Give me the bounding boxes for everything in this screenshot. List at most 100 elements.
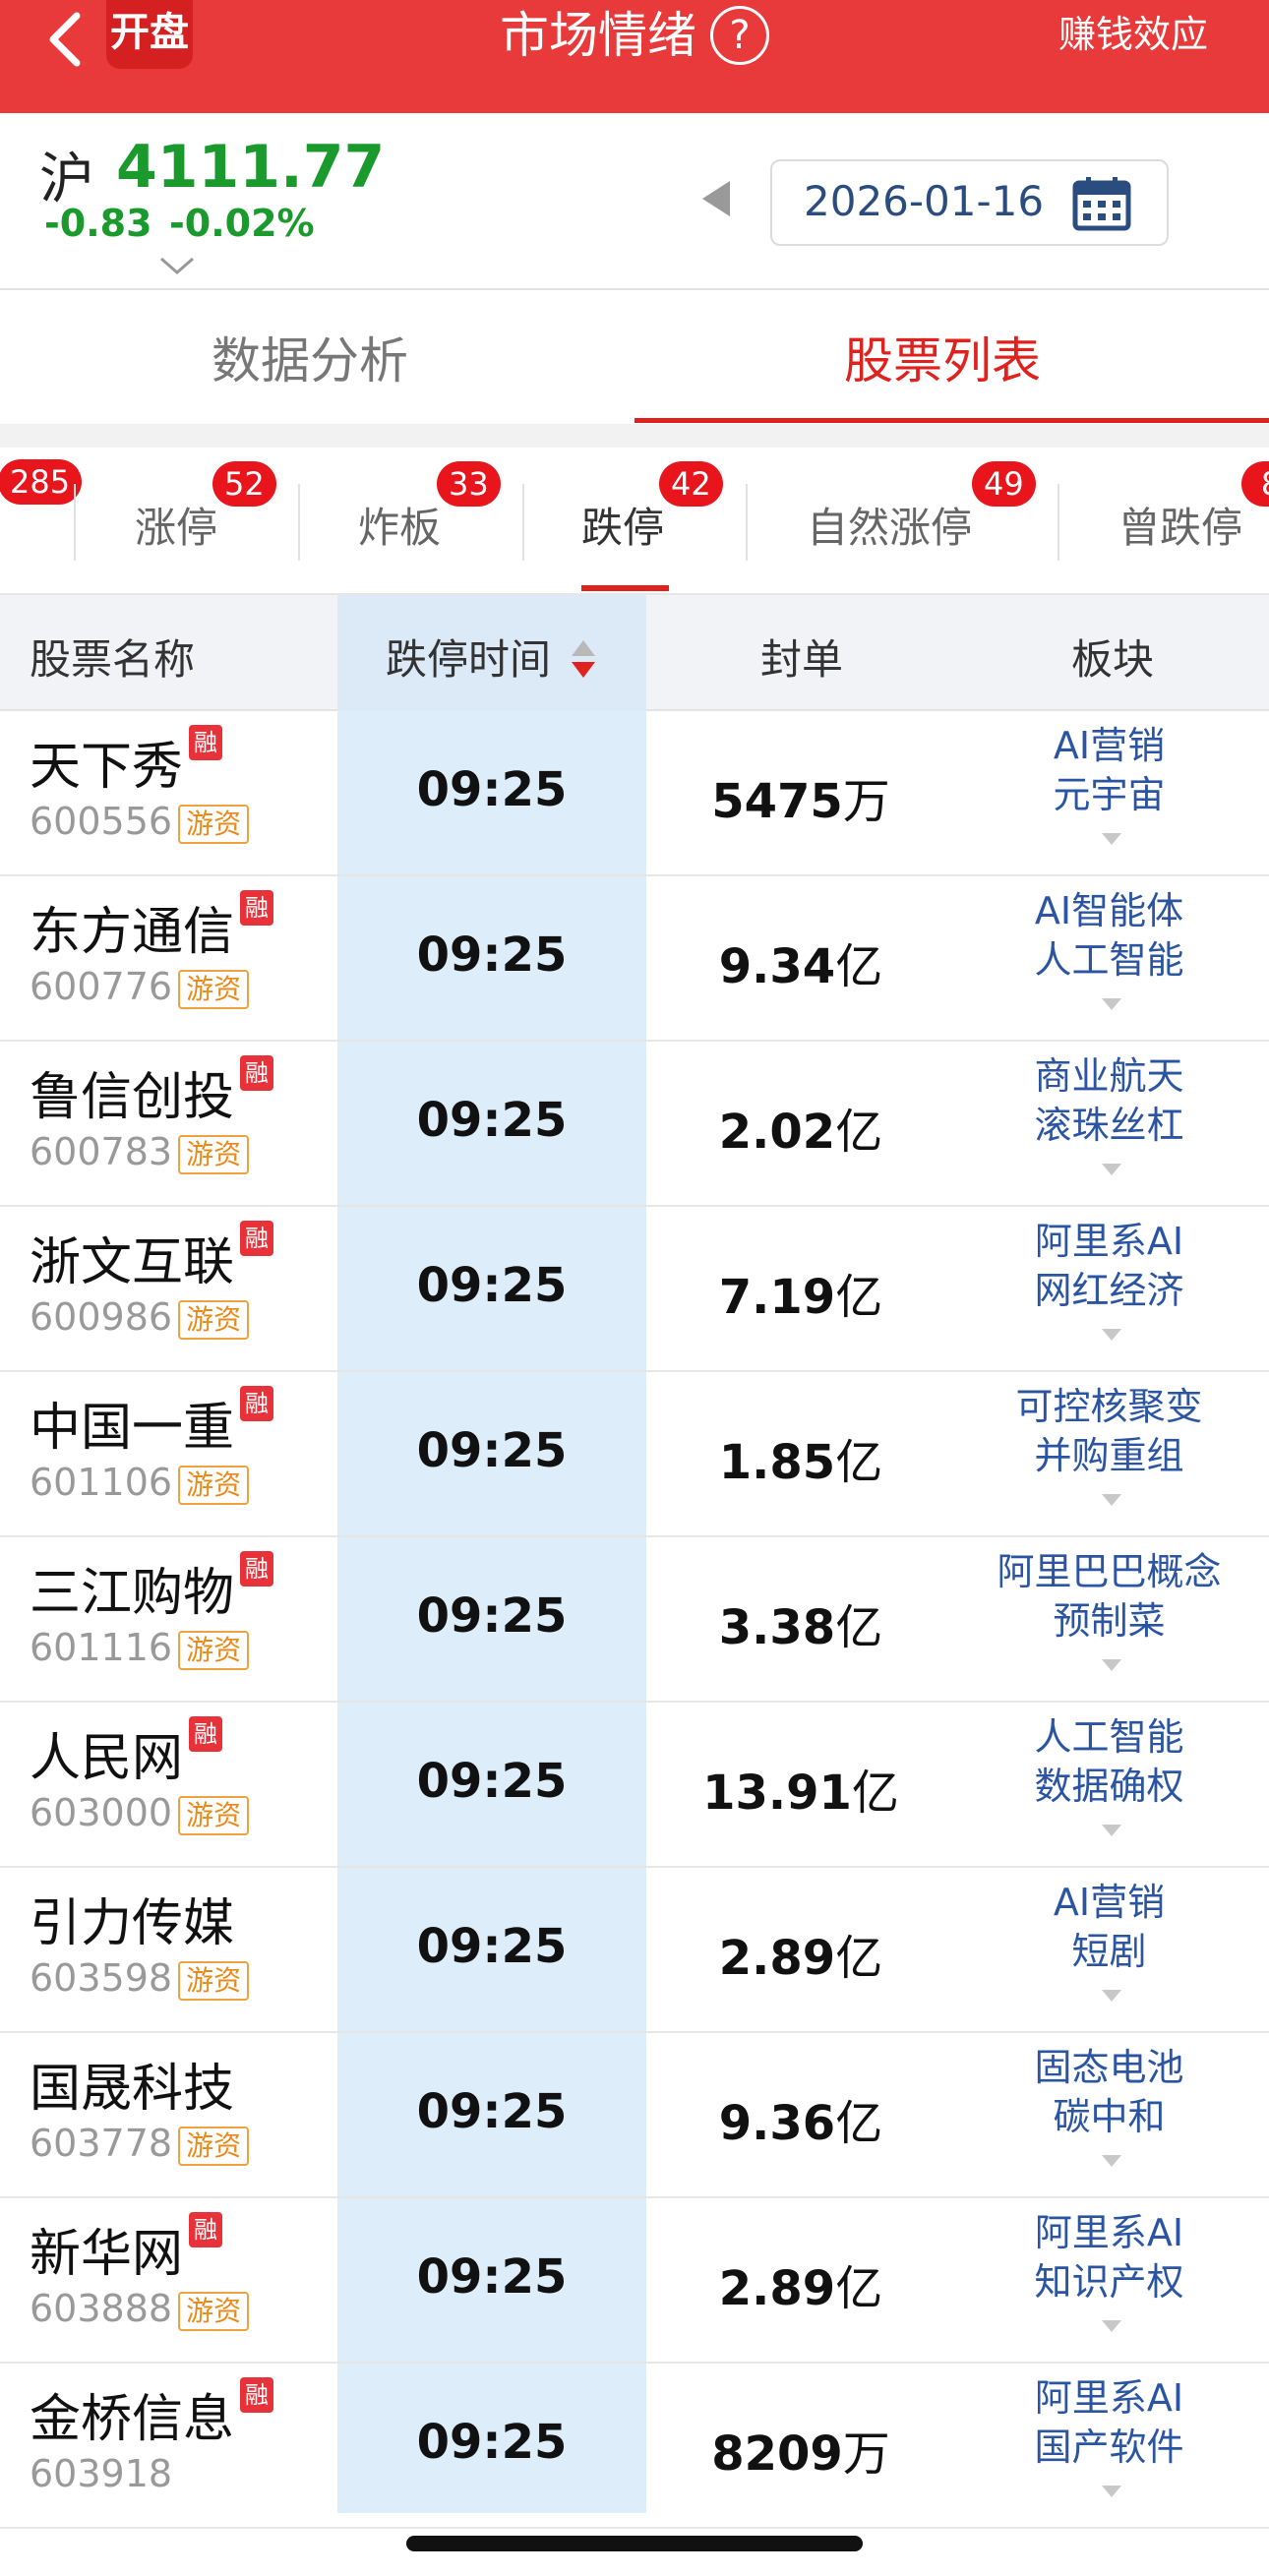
stock-name-text: 新华网 [30, 2225, 184, 2284]
table-row[interactable]: 三江购物融 601116 游资 09:25 3.38亿 阿里巴巴概念 预制菜 [0, 1537, 1269, 1703]
table-row[interactable]: 天下秀融 600556 游资 09:25 5475万 AI营销 元宇宙 [0, 711, 1269, 876]
sector-list[interactable]: 人工智能 数据确权 [964, 1712, 1254, 1811]
limit-down-time: 09:25 [416, 1258, 568, 1313]
sector-tag[interactable]: 数据确权 [964, 1762, 1254, 1811]
hot-money-tag: 游资 [178, 1134, 250, 1174]
chevron-down-icon[interactable] [157, 251, 197, 280]
table-row[interactable]: 中国一重融 601106 游资 09:25 1.85亿 可控核聚变 并购重组 [0, 1372, 1269, 1537]
column-header-sector[interactable]: 板块 [1071, 627, 1154, 687]
sector-list[interactable]: 固态电池 碳中和 [964, 2043, 1254, 2141]
section-divider [0, 424, 1269, 448]
sector-tag[interactable]: 可控核聚变 [964, 1382, 1254, 1431]
expand-sector-icon[interactable] [1100, 1657, 1123, 1673]
date-value: 2026-01-16 [804, 177, 1045, 225]
table-row[interactable]: 国晟科技 603778 游资 09:25 9.36亿 固态电池 碳中和 [0, 2033, 1269, 2198]
table-row[interactable]: 金桥信息融 603918 09:25 8209万 阿里系AI 国产软件 [0, 2364, 1269, 2529]
sector-tag[interactable]: 滚珠丝杠 [964, 1101, 1254, 1150]
sector-tag[interactable]: 人工智能 [964, 1712, 1254, 1762]
stock-code-text: 603888 [30, 2287, 173, 2330]
tab-stock-list[interactable]: 股票列表 [844, 322, 1041, 392]
filter-limit-down[interactable]: 跌停 [581, 495, 664, 555]
margin-trading-tag: 融 [189, 2212, 223, 2247]
sector-tag[interactable]: 阿里系AI [964, 2373, 1254, 2423]
sector-list[interactable]: 阿里系AI 国产软件 [964, 2373, 1254, 2472]
sector-tag[interactable]: 知识产权 [964, 2257, 1254, 2306]
sector-tag[interactable]: 阿里系AI [964, 2208, 1254, 2257]
expand-sector-icon[interactable] [1100, 831, 1123, 847]
sector-list[interactable]: 阿里系AI 网红经济 [964, 1217, 1254, 1315]
sector-list[interactable]: AI智能体 人工智能 [964, 886, 1254, 985]
stock-name: 鲁信创投融 [30, 1055, 274, 1129]
sector-tag[interactable]: 预制菜 [964, 1596, 1254, 1646]
sector-tag[interactable]: 国产软件 [964, 2423, 1254, 2472]
sector-tag[interactable]: 短剧 [964, 1927, 1254, 1976]
filter-limit-up[interactable]: 涨停 [135, 495, 217, 555]
sector-tag[interactable]: 阿里巴巴概念 [964, 1547, 1254, 1596]
expand-sector-icon[interactable] [1100, 996, 1123, 1012]
margin-trading-tag: 融 [189, 1716, 223, 1752]
stock-code-text: 601116 [30, 1626, 173, 1669]
stock-code-text: 600556 [30, 800, 173, 843]
previous-date-icon[interactable] [700, 179, 734, 218]
sector-list[interactable]: 阿里巴巴概念 预制菜 [964, 1547, 1254, 1646]
sector-tag[interactable]: AI营销 [964, 1878, 1254, 1927]
limit-down-time: 09:25 [416, 1588, 568, 1644]
expand-sector-icon[interactable] [1100, 1327, 1123, 1343]
limit-down-time: 09:25 [416, 928, 568, 983]
table-row[interactable]: 鲁信创投融 600783 游资 09:25 2.02亿 商业航天 滚珠丝杠 [0, 1042, 1269, 1207]
stock-code-text: 603778 [30, 2122, 173, 2165]
active-tab-indicator [634, 418, 1269, 423]
expand-sector-icon[interactable] [1100, 2484, 1123, 2499]
table-row[interactable]: 东方通信融 600776 游资 09:25 9.34亿 AI智能体 人工智能 [0, 876, 1269, 1042]
seal-order-amount: 5475万 [646, 762, 955, 831]
stock-code-text: 600776 [30, 965, 173, 1008]
tab-data-analysis[interactable]: 数据分析 [212, 322, 408, 392]
expand-sector-icon[interactable] [1100, 1492, 1123, 1508]
sector-tag[interactable]: 固态电池 [964, 2043, 1254, 2092]
table-row[interactable]: 浙文互联融 600986 游资 09:25 7.19亿 阿里系AI 网红经济 [0, 1207, 1269, 1372]
filter-natural-limit-up[interactable]: 自然涨停 [807, 495, 972, 555]
table-row[interactable]: 引力传媒 603598 游资 09:25 2.89亿 AI营销 短剧 [0, 1868, 1269, 2033]
sector-list[interactable]: 可控核聚变 并购重组 [964, 1382, 1254, 1480]
filter-once-limit-down[interactable]: 曾跌停 [1118, 495, 1242, 555]
expand-sector-icon[interactable] [1100, 2153, 1123, 2169]
sector-list[interactable]: 商业航天 滚珠丝杠 [964, 1051, 1254, 1150]
column-header-limit-down-time[interactable]: 跌停时间 [386, 627, 551, 687]
filter-broken-board[interactable]: 炸板 [358, 495, 441, 555]
seal-order-value: 9.36 [718, 2096, 836, 2151]
sector-tag[interactable]: 碳中和 [964, 2092, 1254, 2141]
stock-code-text: 600986 [30, 1295, 173, 1339]
date-picker[interactable]: 2026-01-16 [770, 159, 1169, 246]
expand-sector-icon[interactable] [1100, 1162, 1123, 1177]
sector-tag[interactable]: 人工智能 [964, 935, 1254, 985]
column-header-name[interactable]: 股票名称 [30, 627, 195, 687]
sector-list[interactable]: 阿里系AI 知识产权 [964, 2208, 1254, 2306]
table-row[interactable]: 人民网融 603000 游资 09:25 13.91亿 人工智能 数据确权 [0, 1703, 1269, 1868]
margin-trading-tag: 融 [189, 725, 223, 760]
column-header-seal-order[interactable]: 封单 [760, 627, 843, 687]
expand-sector-icon[interactable] [1100, 1988, 1123, 2004]
sector-tag[interactable]: 商业航天 [964, 1051, 1254, 1101]
sort-icon[interactable] [569, 636, 598, 682]
sector-tag[interactable]: 并购重组 [964, 1431, 1254, 1480]
expand-sector-icon[interactable] [1100, 2318, 1123, 2334]
seal-order-amount: 2.89亿 [646, 1919, 955, 1988]
seal-order-amount: 8209万 [646, 2415, 955, 2484]
sector-tag[interactable]: AI营销 [964, 721, 1254, 770]
seal-order-amount: 2.02亿 [646, 1093, 955, 1162]
limit-down-time: 09:25 [416, 1093, 568, 1148]
expand-sector-icon[interactable] [1100, 1823, 1123, 1838]
sector-tag[interactable]: 网红经济 [964, 1266, 1254, 1315]
help-icon[interactable]: ? [710, 6, 769, 65]
hot-money-tag: 游资 [178, 804, 250, 844]
profit-effect-link[interactable]: 赚钱效应 [1058, 10, 1208, 59]
sector-list[interactable]: AI营销 短剧 [964, 1878, 1254, 1976]
sector-tag[interactable]: 元宇宙 [964, 770, 1254, 819]
sector-tag[interactable]: 阿里系AI [964, 1217, 1254, 1266]
table-row[interactable]: 新华网融 603888 游资 09:25 2.89亿 阿里系AI 知识产权 [0, 2198, 1269, 2364]
seal-order-value: 9.34 [718, 939, 836, 994]
sector-tag[interactable]: AI智能体 [964, 886, 1254, 935]
sector-list[interactable]: AI营销 元宇宙 [964, 721, 1254, 819]
stock-code: 600986 游资 [30, 1295, 250, 1340]
seal-order-unit: 亿 [851, 1766, 899, 1821]
